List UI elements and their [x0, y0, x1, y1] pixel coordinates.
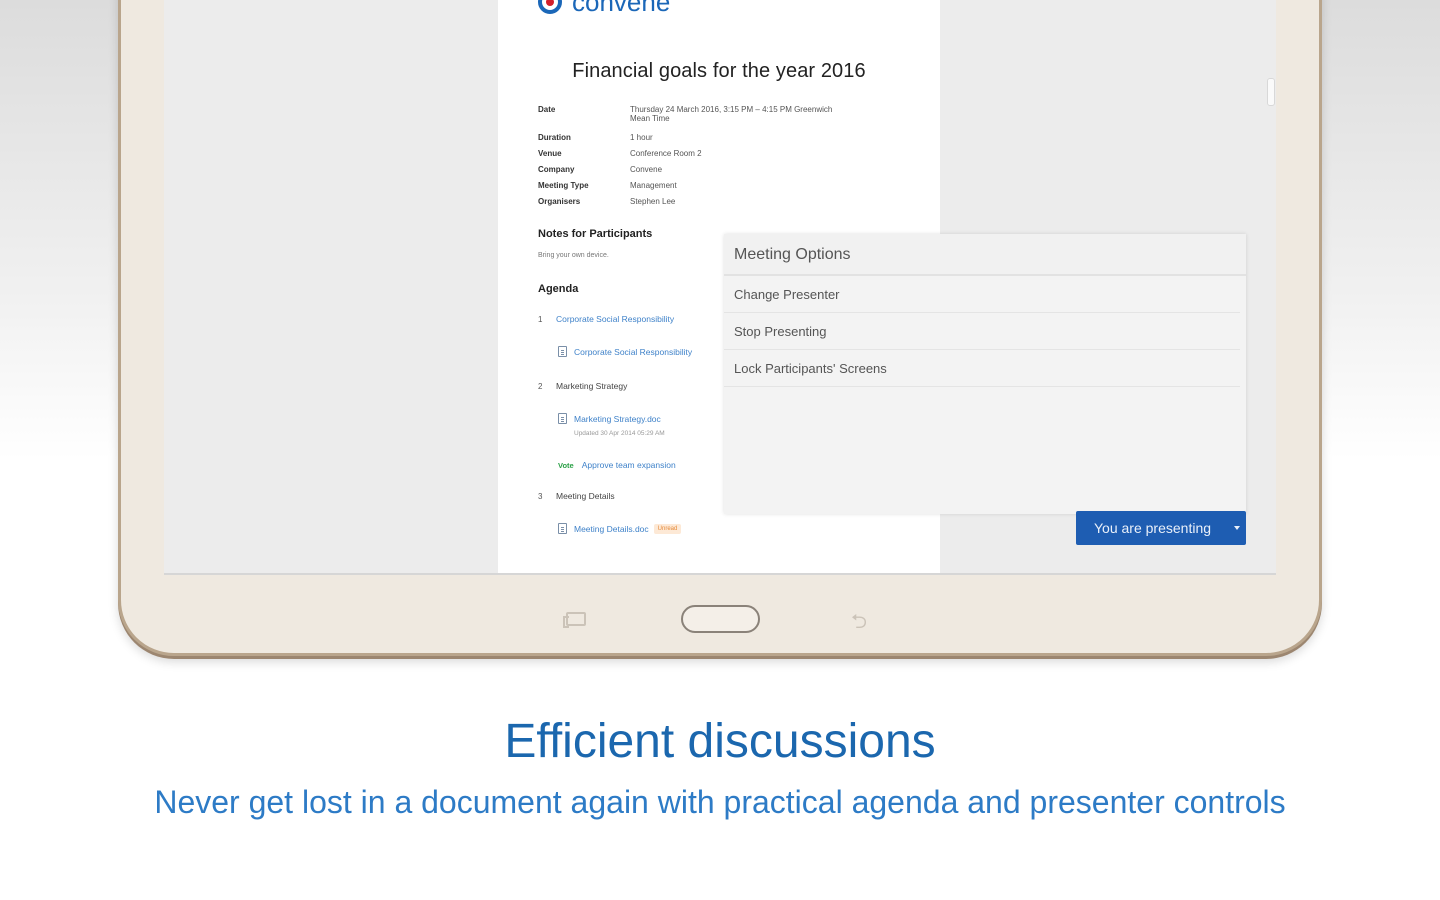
vote-text: Approve team expansion	[581, 460, 676, 470]
vote-badge: Vote	[558, 460, 574, 470]
promo-subline: Never get lost in a document again with …	[154, 784, 1286, 820]
agenda-file[interactable]: Meeting Details.doc Unread	[558, 523, 682, 534]
document-title: Financial goals for the year 2016	[572, 60, 866, 82]
meta-key: Duration	[538, 133, 571, 142]
agenda-item-title[interactable]: Marketing Strategy	[556, 381, 627, 391]
promo-headline: Efficient discussions	[504, 715, 936, 768]
caret-down-icon	[1234, 526, 1240, 530]
meta-value: Management	[630, 181, 677, 190]
meta-value-line2: Mean Time	[630, 114, 670, 123]
meta-row-meeting-type: Meeting Type Management	[538, 181, 900, 190]
agenda-heading: Agenda	[538, 283, 579, 295]
meta-row-company: Company Convene	[538, 165, 900, 174]
meta-key: Date	[538, 105, 556, 114]
notes-heading: Notes for Participants	[538, 228, 653, 240]
agenda-file[interactable]: Corporate Social Responsibility	[558, 346, 692, 357]
option-change-presenter[interactable]: Change Presenter	[724, 276, 1240, 313]
tablet-screen: convene Financial goals for the year 201…	[164, 0, 1276, 575]
notes-text: Bring your own device.	[538, 252, 609, 259]
file-updated-text: Updated 30 Apr 2014 05:29 AM	[574, 430, 665, 437]
meta-value: 1 hour	[630, 133, 653, 142]
meta-key: Meeting Type	[538, 181, 589, 190]
scroll-handle[interactable]	[1267, 78, 1275, 106]
agenda-number: 3	[538, 492, 543, 501]
file-icon	[558, 346, 567, 357]
agenda-file[interactable]: Marketing Strategy.doc	[558, 413, 661, 424]
file-icon	[558, 523, 567, 534]
meta-row-duration: Duration 1 hour	[538, 133, 900, 142]
status-badge: Unread	[653, 523, 682, 534]
agenda-number: 2	[538, 382, 543, 391]
meta-value: Thursday 24 March 2016, 3:15 PM – 4:15 P…	[630, 105, 900, 123]
agenda-number: 1	[538, 315, 543, 324]
meta-value: Convene	[630, 165, 663, 174]
logo: convene	[538, 0, 671, 17]
presenting-button-label: You are presenting	[1094, 520, 1212, 536]
recent-apps-icon[interactable]	[563, 612, 586, 628]
meta-value: Conference Room 2	[630, 149, 702, 158]
meta-key: Organisers	[538, 197, 581, 206]
meeting-options-title: Meeting Options	[724, 234, 1246, 276]
file-icon	[558, 413, 567, 424]
meta-value: Stephen Lee	[630, 197, 676, 206]
logo-mark-icon	[538, 0, 562, 14]
option-stop-presenting[interactable]: Stop Presenting	[724, 313, 1240, 350]
meeting-options-panel: Meeting Options Change Presenter Stop Pr…	[724, 234, 1246, 514]
option-lock-screens[interactable]: Lock Participants' Screens	[724, 350, 1240, 387]
agenda-item-link[interactable]: Corporate Social Responsibility	[556, 314, 674, 324]
meta-value-line: Thursday 24 March 2016, 3:15 PM – 4:15 P…	[630, 105, 833, 114]
logo-text: convene	[572, 0, 671, 17]
meta-row-date: Date Thursday 24 March 2016, 3:15 PM – 4…	[538, 105, 900, 123]
presenting-button[interactable]: You are presenting	[1076, 511, 1246, 545]
meta-row-organisers: Organisers Stephen Lee	[538, 197, 900, 206]
meta-key: Venue	[538, 149, 562, 158]
meta-row-venue: Venue Conference Room 2	[538, 149, 900, 158]
file-name: Marketing Strategy.doc	[574, 413, 661, 424]
home-button[interactable]	[681, 605, 760, 633]
vote-item[interactable]: Vote Approve team expansion	[558, 460, 676, 470]
back-icon[interactable]: ⮌	[851, 607, 867, 641]
meta-key: Company	[538, 165, 575, 174]
file-name: Meeting Details.doc	[574, 523, 649, 534]
file-name: Corporate Social Responsibility	[574, 346, 693, 357]
agenda-item-title[interactable]: Meeting Details	[556, 491, 615, 501]
